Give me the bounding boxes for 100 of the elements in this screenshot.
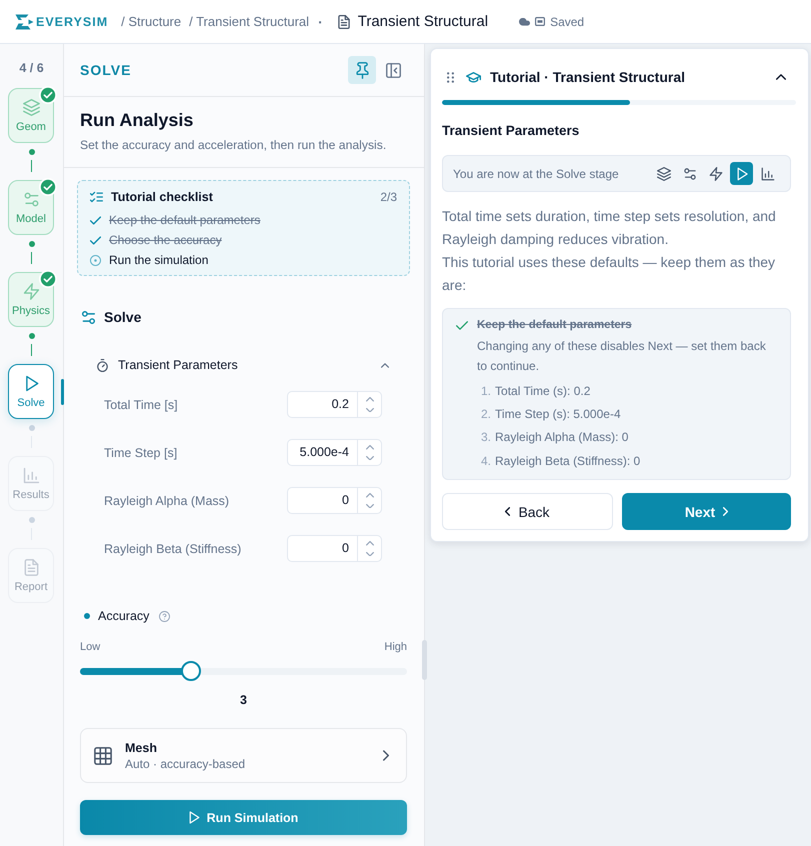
list-checks-icon <box>90 191 103 203</box>
list-number: 2. <box>481 406 492 421</box>
bullet-dot-icon <box>84 613 90 619</box>
next-button[interactable]: Next <box>622 493 791 530</box>
checklist-item: Keep the default parameters <box>109 213 260 227</box>
decrement-icon[interactable] <box>366 408 374 412</box>
slider-max-label: High <box>384 640 407 654</box>
chevron-right-icon <box>723 507 728 516</box>
number-field[interactable]: 0.2 <box>287 391 382 418</box>
lightning-icon <box>708 166 722 180</box>
default-value-item: Total Time (s): 0.2 <box>495 384 590 398</box>
run-simulation-button[interactable]: Run Simulation <box>80 800 407 835</box>
increment-icon[interactable] <box>366 541 374 546</box>
decrement-icon[interactable] <box>366 504 374 508</box>
stopwatch-icon <box>97 358 108 372</box>
panel-heading: Run Analysis <box>80 109 194 132</box>
step-button[interactable]: Solve <box>8 364 54 419</box>
pin-button[interactable] <box>348 56 376 84</box>
default-value-item: Rayleigh Alpha (Mass): 0 <box>495 430 628 444</box>
increment-icon[interactable] <box>366 397 374 402</box>
document-icon <box>338 14 350 28</box>
checklist-count: 2/3 <box>380 190 397 204</box>
section-title: Solve <box>104 309 142 325</box>
default-value-item: Time Step (s): 5.000e-4 <box>495 406 621 421</box>
grid-icon <box>94 746 112 764</box>
drag-handle-icon[interactable] <box>447 72 454 82</box>
step-dot-icon <box>28 333 34 339</box>
logo-icon <box>15 14 34 30</box>
tutorial-paragraph: This tutorial uses these defaults — keep them as they are: <box>442 252 776 294</box>
number-field[interactable]: 0 <box>287 535 382 562</box>
step-dot-icon <box>28 241 34 247</box>
layers-icon <box>22 98 40 116</box>
parameter-label: Rayleigh Beta (Stiffness) <box>104 542 242 556</box>
lightning-icon <box>22 282 40 300</box>
pin-icon <box>356 62 368 78</box>
bar-chart-icon <box>22 466 40 484</box>
step-dot-icon <box>28 425 34 431</box>
task-description: Changing any of these disables Next — set them back to continue. <box>477 338 767 375</box>
step-button[interactable]: Model <box>8 180 54 235</box>
accuracy-value: 3 <box>240 692 247 708</box>
accuracy-label: Accuracy <box>98 609 150 623</box>
decrement-icon[interactable] <box>366 456 374 460</box>
breadcrumb-link[interactable]: / Structure <box>121 14 182 29</box>
step-dot-icon <box>28 149 34 155</box>
parameter-label: Time Step [s] <box>104 446 178 460</box>
step-button[interactable]: Physics <box>8 272 54 327</box>
back-button[interactable]: Back <box>442 493 613 530</box>
document-title: Transient Structural <box>358 13 488 30</box>
tutorial-title: Tutorial · Transient Structural <box>490 69 685 85</box>
tutorial-paragraph: Total time sets duration, time step sets resolution, and Rayleigh damping reduces vibration. <box>442 206 777 249</box>
checklist-item: Run the simulation <box>109 253 208 267</box>
list-number: 1. <box>481 384 492 398</box>
graduation-cap-icon <box>466 72 481 82</box>
slider-thumb[interactable] <box>181 661 202 681</box>
play-icon <box>734 166 748 180</box>
help-icon[interactable] <box>159 610 170 622</box>
layers-icon <box>656 166 670 180</box>
breadcrumb-link[interactable]: / Transient Structural <box>189 14 310 29</box>
list-number: 4. <box>481 454 492 468</box>
increment-icon[interactable] <box>366 445 374 450</box>
checklist-title: Tutorial checklist <box>111 190 213 204</box>
step-connector-line <box>31 160 32 172</box>
step-dot-icon <box>28 517 34 523</box>
accuracy-slider[interactable] <box>80 661 407 681</box>
logo-wordmark: EVERYSIM <box>36 14 108 28</box>
parameter-label: Total Time [s] <box>104 398 178 412</box>
default-value-item: Rayleigh Beta (Stiffness): 0 <box>495 454 640 468</box>
document-icon <box>22 558 40 576</box>
stage-hint: You are now at the Solve stage <box>453 166 619 180</box>
step-button[interactable]: Geom <box>8 88 54 143</box>
sliders-icon <box>682 166 696 180</box>
checklist-item: Choose the accuracy <box>109 233 222 247</box>
increment-icon[interactable] <box>366 493 374 498</box>
panel-subtitle: Set the accuracy and acceleration, then run the analysis. <box>80 137 386 153</box>
step-title: Transient Parameters <box>442 122 580 140</box>
decrement-icon[interactable] <box>366 552 374 556</box>
chevron-right-icon <box>383 750 389 761</box>
step-connector-line <box>31 344 32 356</box>
resize-handle[interactable] <box>422 640 427 680</box>
stage-button[interactable] <box>730 162 753 185</box>
step-counter: 4 / 6 <box>19 60 44 76</box>
chevron-left-icon <box>505 507 510 516</box>
collapse-sidebar-icon[interactable] <box>386 62 401 78</box>
save-status: Saved <box>550 14 584 28</box>
sliders-icon <box>22 190 40 208</box>
mesh-settings-card[interactable]: Mesh Auto · accuracy-based <box>80 728 407 783</box>
list-number: 3. <box>481 430 492 444</box>
breadcrumb-separator: · <box>318 14 323 30</box>
group-title: Transient Parameters <box>118 358 238 372</box>
slider-min-label: Low <box>80 640 100 654</box>
step-connector-line <box>31 252 32 264</box>
sliders-icon <box>82 310 95 324</box>
play-icon <box>188 811 200 824</box>
panel-title: SOLVE <box>80 62 132 78</box>
task-title: Keep the default parameters <box>477 319 632 331</box>
chevron-icon[interactable] <box>776 74 786 80</box>
drive-icon <box>535 17 546 26</box>
number-field[interactable]: 0 <box>287 487 382 514</box>
number-field[interactable]: 5.000e-4 <box>287 439 382 466</box>
parameter-label: Rayleigh Alpha (Mass) <box>104 494 230 508</box>
